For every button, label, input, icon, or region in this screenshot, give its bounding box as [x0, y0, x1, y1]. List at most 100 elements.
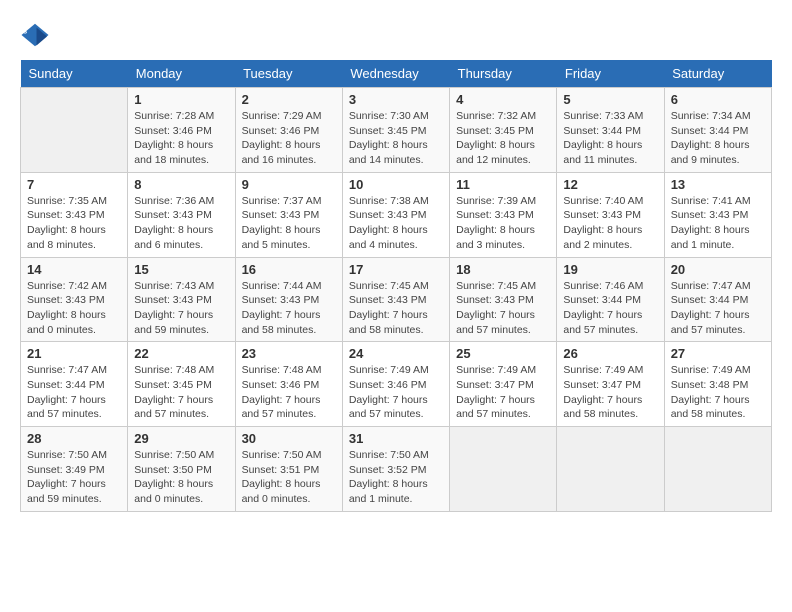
- day-number: 23: [242, 346, 336, 361]
- day-number: 28: [27, 431, 121, 446]
- calendar-cell: 12 Sunrise: 7:40 AM Sunset: 3:43 PM Dayli…: [557, 172, 664, 257]
- day-info: Sunrise: 7:49 AM Sunset: 3:46 PM Dayligh…: [349, 363, 443, 422]
- day-number: 9: [242, 177, 336, 192]
- day-info: Sunrise: 7:40 AM Sunset: 3:43 PM Dayligh…: [563, 194, 657, 253]
- day-info: Sunrise: 7:48 AM Sunset: 3:46 PM Dayligh…: [242, 363, 336, 422]
- logo-icon: G: [20, 20, 50, 50]
- week-row-3: 14 Sunrise: 7:42 AM Sunset: 3:43 PM Dayli…: [21, 257, 772, 342]
- calendar-cell: 25 Sunrise: 7:49 AM Sunset: 3:47 PM Dayli…: [450, 342, 557, 427]
- day-number: 20: [671, 262, 765, 277]
- calendar-cell: 11 Sunrise: 7:39 AM Sunset: 3:43 PM Dayli…: [450, 172, 557, 257]
- calendar-cell: 5 Sunrise: 7:33 AM Sunset: 3:44 PM Daylig…: [557, 88, 664, 173]
- calendar-cell: 27 Sunrise: 7:49 AM Sunset: 3:48 PM Dayli…: [664, 342, 771, 427]
- day-header-friday: Friday: [557, 60, 664, 88]
- day-info: Sunrise: 7:47 AM Sunset: 3:44 PM Dayligh…: [671, 279, 765, 338]
- day-number: 19: [563, 262, 657, 277]
- calendar-cell: 13Sunrise: 7:41 AM Sunset: 3:43 PM Dayli…: [664, 172, 771, 257]
- day-info: Sunrise: 7:50 AM Sunset: 3:49 PM Dayligh…: [27, 448, 121, 507]
- calendar-cell: 16Sunrise: 7:44 AM Sunset: 3:43 PM Dayli…: [235, 257, 342, 342]
- day-number: 31: [349, 431, 443, 446]
- day-info: Sunrise: 7:29 AM Sunset: 3:46 PM Dayligh…: [242, 109, 336, 168]
- calendar-cell: 28 Sunrise: 7:50 AM Sunset: 3:49 PM Dayli…: [21, 427, 128, 512]
- calendar-cell: 14 Sunrise: 7:42 AM Sunset: 3:43 PM Dayli…: [21, 257, 128, 342]
- calendar-cell: [664, 427, 771, 512]
- calendar-cell: 2 Sunrise: 7:29 AM Sunset: 3:46 PM Daylig…: [235, 88, 342, 173]
- calendar-cell: 1 Sunrise: 7:28 AM Sunset: 3:46 PM Daylig…: [128, 88, 235, 173]
- day-number: 24: [349, 346, 443, 361]
- day-info: Sunrise: 7:45 AM Sunset: 3:43 PM Dayligh…: [349, 279, 443, 338]
- calendar-cell: 29 Sunrise: 7:50 AM Sunset: 3:50 PM Dayli…: [128, 427, 235, 512]
- calendar-cell: [450, 427, 557, 512]
- day-info: Sunrise: 7:39 AM Sunset: 3:43 PM Dayligh…: [456, 194, 550, 253]
- day-info: Sunrise: 7:28 AM Sunset: 3:46 PM Dayligh…: [134, 109, 228, 168]
- calendar-cell: 10 Sunrise: 7:38 AM Sunset: 3:43 PM Dayli…: [342, 172, 449, 257]
- day-number: 12: [563, 177, 657, 192]
- day-number: 27: [671, 346, 765, 361]
- calendar-cell: 8Sunrise: 7:36 AM Sunset: 3:43 PM Daylig…: [128, 172, 235, 257]
- calendar-cell: 17 Sunrise: 7:45 AM Sunset: 3:43 PM Dayli…: [342, 257, 449, 342]
- day-info: Sunrise: 7:45 AM Sunset: 3:43 PM Dayligh…: [456, 279, 550, 338]
- week-row-5: 28 Sunrise: 7:50 AM Sunset: 3:49 PM Dayli…: [21, 427, 772, 512]
- logo: G: [20, 20, 54, 50]
- day-number: 7: [27, 177, 121, 192]
- day-info: Sunrise: 7:30 AM Sunset: 3:45 PM Dayligh…: [349, 109, 443, 168]
- day-number: 15: [134, 262, 228, 277]
- day-number: 5: [563, 92, 657, 107]
- day-number: 26: [563, 346, 657, 361]
- day-info: Sunrise: 7:49 AM Sunset: 3:47 PM Dayligh…: [456, 363, 550, 422]
- calendar-cell: 19Sunrise: 7:46 AM Sunset: 3:44 PM Dayli…: [557, 257, 664, 342]
- day-number: 11: [456, 177, 550, 192]
- calendar-cell: 30 Sunrise: 7:50 AM Sunset: 3:51 PM Dayli…: [235, 427, 342, 512]
- day-info: Sunrise: 7:50 AM Sunset: 3:51 PM Dayligh…: [242, 448, 336, 507]
- calendar-cell: [557, 427, 664, 512]
- calendar-cell: 24 Sunrise: 7:49 AM Sunset: 3:46 PM Dayli…: [342, 342, 449, 427]
- calendar-cell: 3 Sunrise: 7:30 AM Sunset: 3:45 PM Daylig…: [342, 88, 449, 173]
- calendar-cell: 21 Sunrise: 7:47 AM Sunset: 3:44 PM Dayli…: [21, 342, 128, 427]
- day-info: Sunrise: 7:44 AM Sunset: 3:43 PM Dayligh…: [242, 279, 336, 338]
- calendar-cell: [21, 88, 128, 173]
- day-info: Sunrise: 7:50 AM Sunset: 3:50 PM Dayligh…: [134, 448, 228, 507]
- day-info: Sunrise: 7:47 AM Sunset: 3:44 PM Dayligh…: [27, 363, 121, 422]
- day-info: Sunrise: 7:35 AM Sunset: 3:43 PM Dayligh…: [27, 194, 121, 253]
- day-header-tuesday: Tuesday: [235, 60, 342, 88]
- days-row: SundayMondayTuesdayWednesdayThursdayFrid…: [21, 60, 772, 88]
- day-info: Sunrise: 7:36 AM Sunset: 3:43 PM Dayligh…: [134, 194, 228, 253]
- day-number: 14: [27, 262, 121, 277]
- calendar-cell: 18Sunrise: 7:45 AM Sunset: 3:43 PM Dayli…: [450, 257, 557, 342]
- day-number: 1: [134, 92, 228, 107]
- day-number: 3: [349, 92, 443, 107]
- day-number: 22: [134, 346, 228, 361]
- calendar-cell: 15 Sunrise: 7:43 AM Sunset: 3:43 PM Dayli…: [128, 257, 235, 342]
- day-info: Sunrise: 7:41 AM Sunset: 3:43 PM Dayligh…: [671, 194, 765, 253]
- week-row-4: 21 Sunrise: 7:47 AM Sunset: 3:44 PM Dayli…: [21, 342, 772, 427]
- day-info: Sunrise: 7:43 AM Sunset: 3:43 PM Dayligh…: [134, 279, 228, 338]
- calendar-cell: 31 Sunrise: 7:50 AM Sunset: 3:52 PM Dayli…: [342, 427, 449, 512]
- calendar-cell: 7 Sunrise: 7:35 AM Sunset: 3:43 PM Daylig…: [21, 172, 128, 257]
- day-info: Sunrise: 7:37 AM Sunset: 3:43 PM Dayligh…: [242, 194, 336, 253]
- day-info: Sunrise: 7:42 AM Sunset: 3:43 PM Dayligh…: [27, 279, 121, 338]
- day-number: 29: [134, 431, 228, 446]
- calendar-cell: 9 Sunrise: 7:37 AM Sunset: 3:43 PM Daylig…: [235, 172, 342, 257]
- svg-text:G: G: [23, 30, 27, 36]
- day-number: 4: [456, 92, 550, 107]
- day-info: Sunrise: 7:33 AM Sunset: 3:44 PM Dayligh…: [563, 109, 657, 168]
- calendar-cell: 20 Sunrise: 7:47 AM Sunset: 3:44 PM Dayli…: [664, 257, 771, 342]
- week-row-1: 1 Sunrise: 7:28 AM Sunset: 3:46 PM Daylig…: [21, 88, 772, 173]
- day-number: 21: [27, 346, 121, 361]
- day-number: 10: [349, 177, 443, 192]
- day-number: 2: [242, 92, 336, 107]
- day-info: Sunrise: 7:34 AM Sunset: 3:44 PM Dayligh…: [671, 109, 765, 168]
- week-row-2: 7 Sunrise: 7:35 AM Sunset: 3:43 PM Daylig…: [21, 172, 772, 257]
- calendar-cell: 4Sunrise: 7:32 AM Sunset: 3:45 PM Daylig…: [450, 88, 557, 173]
- calendar-header: SundayMondayTuesdayWednesdayThursdayFrid…: [21, 60, 772, 88]
- day-info: Sunrise: 7:50 AM Sunset: 3:52 PM Dayligh…: [349, 448, 443, 507]
- day-number: 30: [242, 431, 336, 446]
- day-header-thursday: Thursday: [450, 60, 557, 88]
- day-info: Sunrise: 7:38 AM Sunset: 3:43 PM Dayligh…: [349, 194, 443, 253]
- day-info: Sunrise: 7:49 AM Sunset: 3:48 PM Dayligh…: [671, 363, 765, 422]
- calendar-cell: 22Sunrise: 7:48 AM Sunset: 3:45 PM Dayli…: [128, 342, 235, 427]
- calendar-cell: 26Sunrise: 7:49 AM Sunset: 3:47 PM Dayli…: [557, 342, 664, 427]
- day-number: 25: [456, 346, 550, 361]
- day-number: 17: [349, 262, 443, 277]
- calendar-table: SundayMondayTuesdayWednesdayThursdayFrid…: [20, 60, 772, 512]
